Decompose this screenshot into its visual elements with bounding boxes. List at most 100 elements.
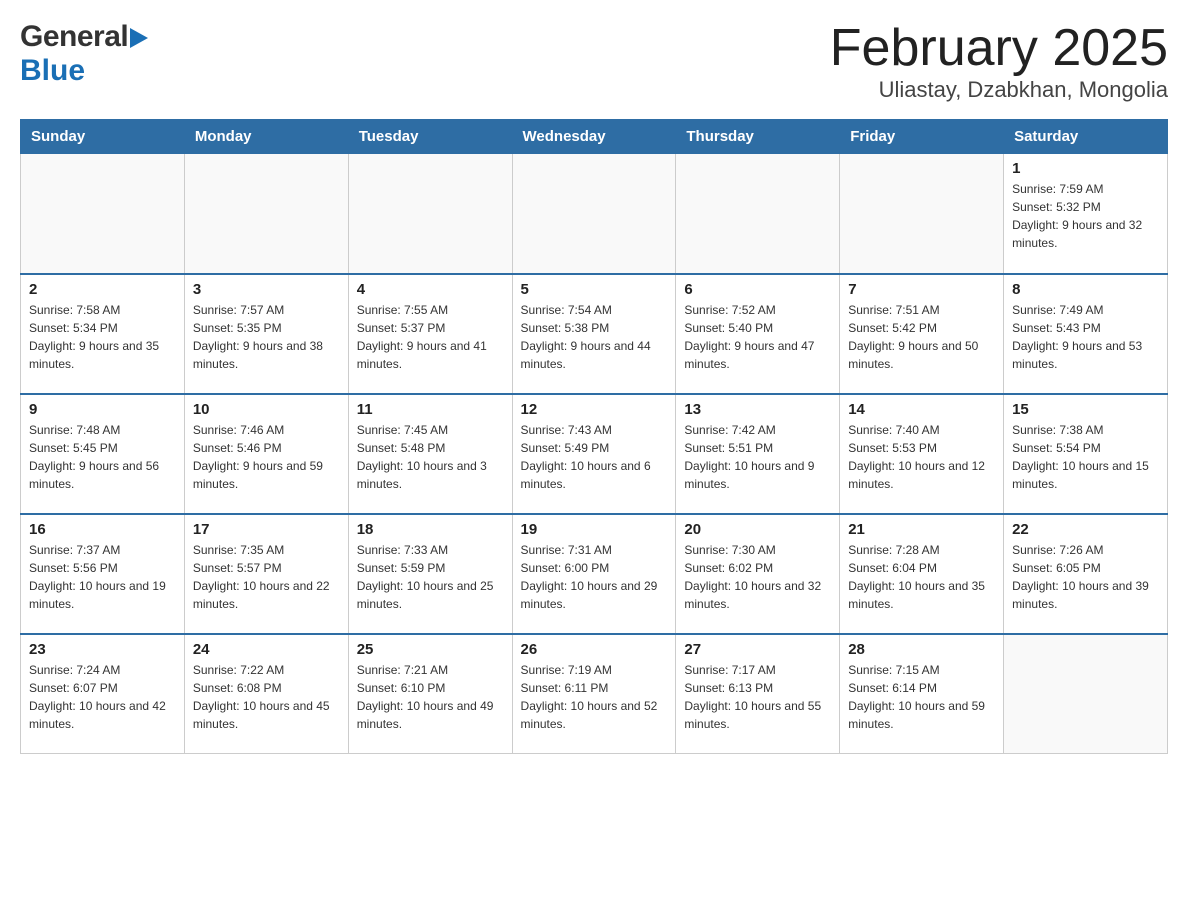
day-info: Sunrise: 7:43 AM Sunset: 5:49 PM Dayligh…	[521, 421, 668, 493]
day-info: Sunrise: 7:58 AM Sunset: 5:34 PM Dayligh…	[29, 301, 176, 373]
day-number: 12	[521, 401, 668, 418]
day-info: Sunrise: 7:30 AM Sunset: 6:02 PM Dayligh…	[684, 541, 831, 613]
calendar-week-row: 2 Sunrise: 7:58 AM Sunset: 5:34 PM Daylig…	[21, 274, 1168, 394]
day-info: Sunrise: 7:38 AM Sunset: 5:54 PM Dayligh…	[1012, 421, 1159, 493]
day-info: Sunrise: 7:59 AM Sunset: 5:32 PM Dayligh…	[1012, 180, 1159, 252]
day-info: Sunrise: 7:52 AM Sunset: 5:40 PM Dayligh…	[684, 301, 831, 373]
day-info: Sunrise: 7:19 AM Sunset: 6:11 PM Dayligh…	[521, 661, 668, 733]
calendar-day-cell: 1 Sunrise: 7:59 AM Sunset: 5:32 PM Daylig…	[1004, 154, 1168, 274]
day-info: Sunrise: 7:45 AM Sunset: 5:48 PM Dayligh…	[357, 421, 504, 493]
day-number: 28	[848, 641, 995, 658]
day-number: 1	[1012, 160, 1159, 177]
calendar-day-cell	[676, 154, 840, 274]
day-info: Sunrise: 7:37 AM Sunset: 5:56 PM Dayligh…	[29, 541, 176, 613]
day-number: 13	[684, 401, 831, 418]
weekday-header-tuesday: Tuesday	[348, 120, 512, 154]
day-info: Sunrise: 7:33 AM Sunset: 5:59 PM Dayligh…	[357, 541, 504, 613]
logo-blue-text: Blue	[20, 54, 85, 87]
day-info: Sunrise: 7:31 AM Sunset: 6:00 PM Dayligh…	[521, 541, 668, 613]
day-info: Sunrise: 7:46 AM Sunset: 5:46 PM Dayligh…	[193, 421, 340, 493]
calendar-day-cell	[1004, 634, 1168, 754]
calendar-day-cell: 18 Sunrise: 7:33 AM Sunset: 5:59 PM Dayli…	[348, 514, 512, 634]
day-info: Sunrise: 7:24 AM Sunset: 6:07 PM Dayligh…	[29, 661, 176, 733]
day-number: 19	[521, 521, 668, 538]
day-number: 22	[1012, 521, 1159, 538]
calendar-day-cell: 14 Sunrise: 7:40 AM Sunset: 5:53 PM Dayli…	[840, 394, 1004, 514]
day-number: 15	[1012, 401, 1159, 418]
day-info: Sunrise: 7:35 AM Sunset: 5:57 PM Dayligh…	[193, 541, 340, 613]
day-info: Sunrise: 7:22 AM Sunset: 6:08 PM Dayligh…	[193, 661, 340, 733]
page-title: February 2025	[830, 20, 1168, 77]
day-info: Sunrise: 7:40 AM Sunset: 5:53 PM Dayligh…	[848, 421, 995, 493]
day-info: Sunrise: 7:54 AM Sunset: 5:38 PM Dayligh…	[521, 301, 668, 373]
day-number: 3	[193, 281, 340, 298]
calendar-day-cell: 9 Sunrise: 7:48 AM Sunset: 5:45 PM Daylig…	[21, 394, 185, 514]
weekday-header-monday: Monday	[184, 120, 348, 154]
weekday-header-thursday: Thursday	[676, 120, 840, 154]
calendar-day-cell: 13 Sunrise: 7:42 AM Sunset: 5:51 PM Dayli…	[676, 394, 840, 514]
calendar-day-cell: 6Sunrise: 7:52 AM Sunset: 5:40 PM Daylig…	[676, 274, 840, 394]
calendar-day-cell: 19 Sunrise: 7:31 AM Sunset: 6:00 PM Dayli…	[512, 514, 676, 634]
day-number: 27	[684, 641, 831, 658]
page-header: General Blue February 2025 Uliastay, Dza…	[20, 20, 1168, 103]
calendar-day-cell: 15 Sunrise: 7:38 AM Sunset: 5:54 PM Dayli…	[1004, 394, 1168, 514]
day-info: Sunrise: 7:15 AM Sunset: 6:14 PM Dayligh…	[848, 661, 995, 733]
day-number: 7	[848, 281, 995, 298]
day-info: Sunrise: 7:26 AM Sunset: 6:05 PM Dayligh…	[1012, 541, 1159, 613]
calendar-week-row: 9 Sunrise: 7:48 AM Sunset: 5:45 PM Daylig…	[21, 394, 1168, 514]
day-number: 17	[193, 521, 340, 538]
calendar-day-cell: 4 Sunrise: 7:55 AM Sunset: 5:37 PM Daylig…	[348, 274, 512, 394]
calendar-week-row: 16 Sunrise: 7:37 AM Sunset: 5:56 PM Dayli…	[21, 514, 1168, 634]
calendar-day-cell: 23 Sunrise: 7:24 AM Sunset: 6:07 PM Dayli…	[21, 634, 185, 754]
day-number: 25	[357, 641, 504, 658]
calendar-day-cell	[512, 154, 676, 274]
day-info: Sunrise: 7:48 AM Sunset: 5:45 PM Dayligh…	[29, 421, 176, 493]
calendar-day-cell: 17 Sunrise: 7:35 AM Sunset: 5:57 PM Dayli…	[184, 514, 348, 634]
day-number: 14	[848, 401, 995, 418]
calendar-day-cell: 3 Sunrise: 7:57 AM Sunset: 5:35 PM Daylig…	[184, 274, 348, 394]
calendar-day-cell: 20 Sunrise: 7:30 AM Sunset: 6:02 PM Dayli…	[676, 514, 840, 634]
calendar-day-cell: 27Sunrise: 7:17 AM Sunset: 6:13 PM Dayli…	[676, 634, 840, 754]
day-number: 18	[357, 521, 504, 538]
day-info: Sunrise: 7:42 AM Sunset: 5:51 PM Dayligh…	[684, 421, 831, 493]
logo-general-text: General	[20, 20, 128, 54]
day-number: 26	[521, 641, 668, 658]
calendar-day-cell	[348, 154, 512, 274]
day-number: 21	[848, 521, 995, 538]
weekday-header-friday: Friday	[840, 120, 1004, 154]
day-number: 8	[1012, 281, 1159, 298]
logo-arrow-icon	[130, 28, 148, 53]
weekday-header-saturday: Saturday	[1004, 120, 1168, 154]
calendar-day-cell: 21 Sunrise: 7:28 AM Sunset: 6:04 PM Dayli…	[840, 514, 1004, 634]
calendar-day-cell	[840, 154, 1004, 274]
calendar-day-cell: 24Sunrise: 7:22 AM Sunset: 6:08 PM Dayli…	[184, 634, 348, 754]
day-number: 20	[684, 521, 831, 538]
day-info: Sunrise: 7:57 AM Sunset: 5:35 PM Dayligh…	[193, 301, 340, 373]
calendar-week-row: 1 Sunrise: 7:59 AM Sunset: 5:32 PM Daylig…	[21, 154, 1168, 274]
calendar-day-cell	[21, 154, 185, 274]
calendar-day-cell: 8 Sunrise: 7:49 AM Sunset: 5:43 PM Daylig…	[1004, 274, 1168, 394]
day-number: 23	[29, 641, 176, 658]
day-info: Sunrise: 7:21 AM Sunset: 6:10 PM Dayligh…	[357, 661, 504, 733]
calendar-week-row: 23 Sunrise: 7:24 AM Sunset: 6:07 PM Dayli…	[21, 634, 1168, 754]
calendar-header-row: SundayMondayTuesdayWednesdayThursdayFrid…	[21, 120, 1168, 154]
day-number: 2	[29, 281, 176, 298]
day-info: Sunrise: 7:55 AM Sunset: 5:37 PM Dayligh…	[357, 301, 504, 373]
day-number: 16	[29, 521, 176, 538]
calendar-day-cell: 16 Sunrise: 7:37 AM Sunset: 5:56 PM Dayli…	[21, 514, 185, 634]
calendar-day-cell: 12 Sunrise: 7:43 AM Sunset: 5:49 PM Dayli…	[512, 394, 676, 514]
day-info: Sunrise: 7:49 AM Sunset: 5:43 PM Dayligh…	[1012, 301, 1159, 373]
day-number: 5	[521, 281, 668, 298]
day-info: Sunrise: 7:51 AM Sunset: 5:42 PM Dayligh…	[848, 301, 995, 373]
day-number: 10	[193, 401, 340, 418]
calendar-day-cell: 22 Sunrise: 7:26 AM Sunset: 6:05 PM Dayli…	[1004, 514, 1168, 634]
day-number: 11	[357, 401, 504, 418]
calendar-table: SundayMondayTuesdayWednesdayThursdayFrid…	[20, 119, 1168, 754]
calendar-day-cell: 5 Sunrise: 7:54 AM Sunset: 5:38 PM Daylig…	[512, 274, 676, 394]
day-info: Sunrise: 7:28 AM Sunset: 6:04 PM Dayligh…	[848, 541, 995, 613]
weekday-header-wednesday: Wednesday	[512, 120, 676, 154]
day-number: 9	[29, 401, 176, 418]
calendar-day-cell: 25 Sunrise: 7:21 AM Sunset: 6:10 PM Dayli…	[348, 634, 512, 754]
day-number: 4	[357, 281, 504, 298]
logo: General Blue	[20, 20, 148, 88]
